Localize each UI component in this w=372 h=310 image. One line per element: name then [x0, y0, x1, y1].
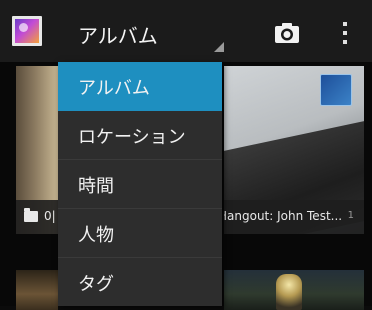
view-mode-spinner[interactable]: アルバム	[64, 14, 224, 54]
album-caption: Hangout: John Test... 1	[224, 200, 364, 234]
album-caption: 0|	[16, 200, 58, 234]
album-tile[interactable]: 0|	[16, 66, 58, 234]
album-title: Hangout: John Test...	[224, 209, 343, 223]
dropdown-item-people[interactable]: 人物	[58, 209, 222, 258]
dropdown-item-label: ロケーション	[78, 127, 186, 148]
view-mode-dropdown: アルバム ロケーション 時間 人物 タグ	[58, 62, 222, 306]
dropdown-item-location[interactable]: ロケーション	[58, 111, 222, 160]
dropdown-item-label: 時間	[78, 176, 114, 197]
album-tile[interactable]	[16, 270, 58, 310]
action-bar: アルバム	[0, 0, 372, 62]
album-tile[interactable]	[224, 270, 364, 310]
dropdown-item-time[interactable]: 時間	[58, 160, 222, 209]
folder-icon	[24, 208, 38, 222]
spinner-label: アルバム	[78, 24, 158, 48]
album-title: 0|	[44, 209, 56, 223]
intel-sticker	[320, 74, 352, 106]
camera-icon[interactable]	[274, 22, 300, 44]
dropdown-item-label: 人物	[78, 225, 114, 246]
lamp-photo	[276, 274, 302, 310]
dropdown-item-tags[interactable]: タグ	[58, 258, 222, 306]
album-count: 1	[347, 210, 354, 221]
dropdown-item-label: タグ	[78, 274, 114, 295]
overflow-menu-icon[interactable]	[342, 22, 348, 46]
dropdown-item-label: アルバム	[78, 78, 150, 99]
gallery-icon[interactable]	[12, 16, 42, 46]
album-tile[interactable]: Hangout: John Test... 1	[224, 66, 364, 234]
spinner-caret-icon	[214, 42, 224, 52]
dropdown-item-album[interactable]: アルバム	[58, 62, 222, 111]
